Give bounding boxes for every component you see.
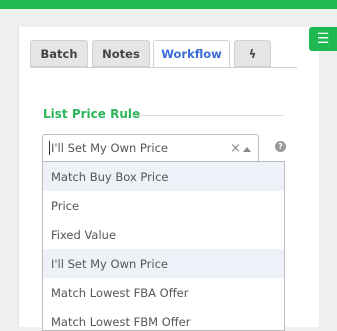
section-divider xyxy=(133,115,284,116)
section-title: List Price Rule xyxy=(43,107,141,121)
option-match-lowest-fbm-offer[interactable]: Match Lowest FBM Offer xyxy=(43,307,284,330)
tab-divider xyxy=(30,67,297,68)
clear-icon[interactable]: × xyxy=(230,141,241,156)
top-accent-bar xyxy=(0,0,337,9)
tab-actions[interactable]: ϟ xyxy=(234,40,271,67)
list-price-rule-select[interactable]: I'll Set My Own Price × xyxy=(42,134,259,162)
text-cursor xyxy=(49,141,50,155)
help-icon[interactable]: ? xyxy=(275,141,286,152)
tab-workflow[interactable]: Workflow xyxy=(153,40,230,68)
select-value: I'll Set My Own Price xyxy=(51,141,168,155)
dropdown-list: Match Buy Box Price Price Fixed Value I'… xyxy=(42,161,285,331)
hamburger-menu-icon: ☰ xyxy=(316,31,330,47)
option-match-lowest-fba-offer[interactable]: Match Lowest FBA Offer xyxy=(43,278,284,307)
option-match-buy-box-price[interactable]: Match Buy Box Price xyxy=(43,162,284,191)
option-fixed-value[interactable]: Fixed Value xyxy=(43,220,284,249)
option-set-own-price[interactable]: I'll Set My Own Price xyxy=(43,249,284,278)
chevron-up-icon[interactable] xyxy=(243,147,251,152)
tab-batch[interactable]: Batch xyxy=(30,40,88,67)
option-price[interactable]: Price xyxy=(43,191,284,220)
tab-notes[interactable]: Notes xyxy=(92,40,150,67)
menu-toggle-button[interactable]: ☰ xyxy=(309,27,337,51)
lightning-icon: ϟ xyxy=(248,46,257,61)
